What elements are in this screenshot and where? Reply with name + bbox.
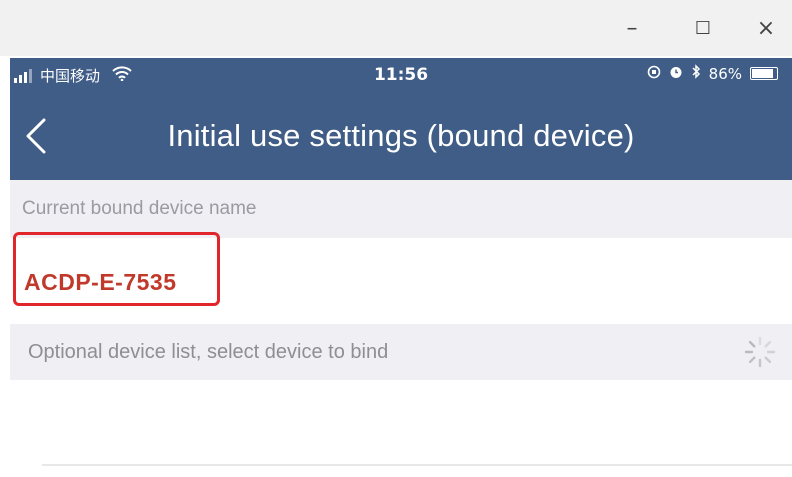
- status-right: 86%: [647, 64, 778, 83]
- page-title: Initial use settings (bound device): [167, 118, 635, 153]
- device-list: [10, 380, 792, 477]
- orientation-lock-icon: [647, 65, 661, 83]
- bound-device-section-header: Current bound device name: [10, 180, 792, 238]
- minimize-button[interactable]: –: [612, 10, 652, 46]
- bluetooth-icon: [691, 64, 701, 83]
- app-header: 中国移动 11:56 86% Initial use settings (bou…: [10, 58, 792, 180]
- close-button[interactable]: ×: [746, 10, 786, 46]
- maximize-button[interactable]: ☐: [683, 10, 723, 46]
- battery-icon: [750, 67, 778, 80]
- section-header-label: Current bound device name: [22, 198, 257, 219]
- bound-device-name: ACDP-E-7535: [24, 269, 177, 295]
- section-header-label: Optional device list, select device to b…: [28, 341, 389, 363]
- bound-device-row: ACDP-E-7535: [10, 232, 792, 324]
- window-titlebar: – ☐ ×: [0, 0, 792, 56]
- device-list-section-header: Optional device list, select device to b…: [10, 324, 792, 380]
- battery-percent: 86%: [708, 64, 742, 83]
- status-bar: 中国移动 11:56 86%: [10, 58, 792, 92]
- alarm-icon: [669, 65, 683, 83]
- nav-bar: Initial use settings (bound device): [10, 92, 792, 180]
- spinner-icon: [742, 334, 778, 370]
- list-divider: [42, 464, 792, 466]
